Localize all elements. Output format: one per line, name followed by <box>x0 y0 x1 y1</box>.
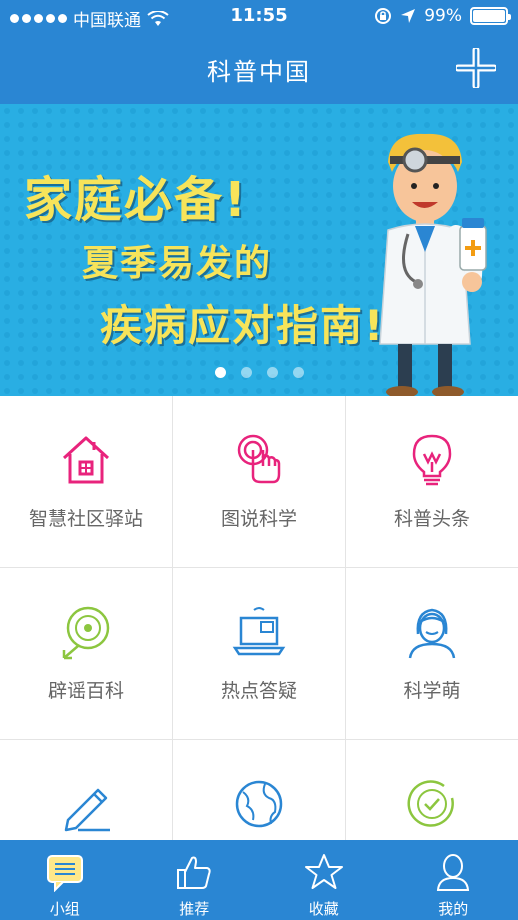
grid-item-label: 图说科学 <box>220 508 297 530</box>
pager-dot[interactable] <box>240 367 252 378</box>
tab-label: 小组 <box>49 900 80 918</box>
lightbulb-icon <box>412 434 452 486</box>
grid-item-check[interactable] <box>346 740 518 840</box>
banner-subline-2: 疾病应对指南! <box>100 301 386 350</box>
tab-label: 推荐 <box>179 900 210 918</box>
status-right: 99% <box>374 6 511 26</box>
add-button[interactable] <box>456 48 496 88</box>
check-circle-icon <box>407 780 454 827</box>
grid-item-label: 科学萌 <box>403 680 461 702</box>
tab-label: 我的 <box>438 900 469 918</box>
carousel-pager[interactable] <box>0 367 518 378</box>
banner-carousel[interactable]: 家庭必备! 夏季易发的 疾病应对指南! <box>0 104 518 396</box>
tab-recommend[interactable]: 推荐 <box>130 840 260 920</box>
top-bar: 中国联通 11:55 99% 科普中国 <box>0 0 518 104</box>
tab-label: 收藏 <box>308 900 339 918</box>
grid-item-illustrated-science[interactable]: 图说科学 <box>173 396 346 568</box>
grid-item-label: 热点答疑 <box>220 680 297 702</box>
banner-headline: 家庭必备! <box>24 172 248 228</box>
grid-item-hot-qa[interactable]: 热点答疑 <box>173 568 346 740</box>
rotation-lock-icon <box>375 8 392 24</box>
battery-percent: 99% <box>424 6 462 26</box>
plus-icon <box>456 48 496 88</box>
banner-subline: 夏季易发的 <box>82 243 273 284</box>
star-icon <box>304 854 343 889</box>
laptop-icon <box>232 607 286 656</box>
feature-grid: 智慧社区驿站 图说科学 科普头条 辟谣百科 热点答疑 科学萌 <box>0 396 518 840</box>
battery-icon <box>470 7 511 25</box>
status-bar: 中国联通 11:55 99% <box>0 0 518 36</box>
thumbs-up-icon <box>177 856 211 889</box>
house-icon <box>62 436 110 484</box>
banner-text: 家庭必备! 夏季易发的 疾病应对指南! <box>24 160 385 353</box>
disc-icon <box>62 606 110 660</box>
doctor-illustration <box>379 133 487 396</box>
grid-item-label: 智慧社区驿站 <box>28 508 143 530</box>
grid-item-label: 科普头条 <box>393 508 470 530</box>
pager-dot[interactable] <box>292 367 304 378</box>
pencil-icon <box>64 788 110 832</box>
tab-bar: 小组 推荐 收藏 我的 <box>0 840 518 920</box>
tab-mine[interactable]: 我的 <box>389 840 518 920</box>
pager-dot-active[interactable] <box>214 367 226 378</box>
globe-icon <box>235 780 283 828</box>
person-icon <box>408 608 456 659</box>
grid-item-write[interactable] <box>0 740 173 840</box>
grid-item-science-headlines[interactable]: 科普头条 <box>346 396 518 568</box>
grid-item-label: 辟谣百科 <box>47 680 124 702</box>
touch-icon <box>237 434 281 484</box>
location-icon <box>401 9 416 23</box>
page-title: 科普中国 <box>207 58 311 86</box>
pager-dot[interactable] <box>266 367 278 378</box>
grid-item-rumor-encyclopedia[interactable]: 辟谣百科 <box>0 568 173 740</box>
chat-icon <box>46 855 83 892</box>
tab-favorites[interactable]: 收藏 <box>259 840 389 920</box>
tab-group[interactable]: 小组 <box>0 840 130 920</box>
grid-item-science-cute[interactable]: 科学萌 <box>346 568 518 740</box>
grid-item-globe[interactable] <box>173 740 346 840</box>
grid-item-community-station[interactable]: 智慧社区驿站 <box>0 396 173 568</box>
user-icon <box>437 854 470 891</box>
